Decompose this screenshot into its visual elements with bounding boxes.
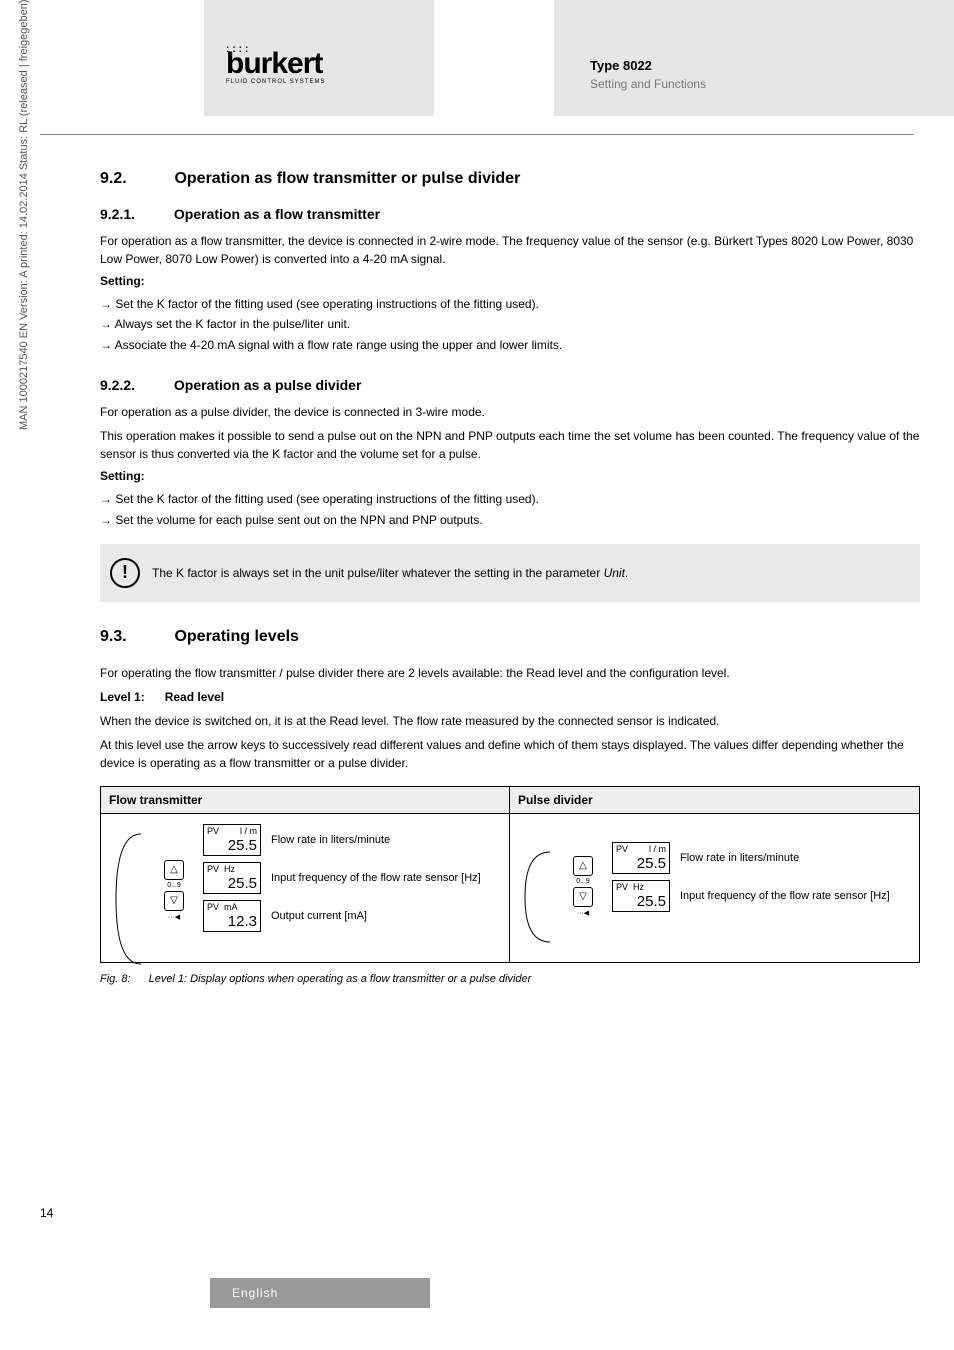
table-header-row: Flow transmitter Pulse divider	[101, 787, 919, 814]
col-header-flow-transmitter: Flow transmitter	[101, 787, 510, 813]
side-print-info: MAN 1000217540 EN Version: A printed: 14…	[18, 0, 30, 430]
display-description: Flow rate in liters/minute	[271, 833, 390, 847]
brand-tagline: FLUID CONTROL SYSTEMS	[226, 79, 325, 85]
header-right-block: Type 8022 Setting and Functions	[554, 0, 954, 116]
display-row: l / m PV 25.5 Flow rate in liters/minute	[612, 842, 890, 874]
note-text: The K factor is always set in the unit p…	[152, 566, 628, 580]
down-key-icon: ▽	[573, 887, 593, 907]
note-box: ! The K factor is always set in the unit…	[100, 544, 920, 602]
section-number: 9.2.	[100, 170, 170, 188]
down-key-sub: ···◀	[577, 909, 589, 917]
lcd-display: l / m PV 25.5	[203, 824, 261, 856]
display-description: Flow rate in liters/minute	[680, 851, 799, 865]
display-stack: l / m PV 25.5 Flow rate in liters/minute…	[612, 842, 890, 912]
paragraph: For operating the flow transmitter / pul…	[100, 664, 920, 682]
header-rule	[40, 134, 914, 135]
type-label: Type 8022	[590, 58, 954, 73]
paragraph: For operation as a pulse divider, the de…	[100, 403, 920, 421]
top-bar: Type 8022 Setting and Functions :::: bur…	[0, 0, 954, 116]
setting-label: Setting:	[100, 469, 920, 483]
brand-logo: :::: burkert FLUID CONTROL SYSTEMS	[226, 44, 325, 85]
arrow-keys: △ 0...9 ▽ ···◀	[566, 842, 600, 917]
up-key-icon: △	[164, 860, 184, 880]
page-number: 14	[40, 1206, 53, 1220]
lcd-display: PV Hz 25.5	[203, 862, 261, 894]
table-body-row: △ 0...9 ▽ ···◀ l / m PV 25.5	[101, 814, 919, 962]
brand-name: burkert	[226, 47, 322, 80]
display-row: PV Hz 25.5 Input frequency of the flow r…	[203, 862, 481, 894]
level-line: Level 1: Read level	[100, 688, 920, 706]
warning-icon: !	[110, 558, 140, 588]
section-number: 9.3.	[100, 628, 170, 646]
lcd-display: PV Hz 25.5	[612, 880, 670, 912]
content-area: 9.2. Operation as flow transmitter or pu…	[100, 160, 920, 985]
subsection-number: 9.2.2.	[100, 377, 170, 393]
bullet-item: Set the volume for each pulse sent out o…	[100, 510, 920, 530]
subsection-number: 9.2.1.	[100, 206, 170, 222]
paragraph: When the device is switched on, it is at…	[100, 712, 920, 730]
subsection-title: Operation as a pulse divider	[174, 377, 362, 393]
section-9-2-2-heading: 9.2.2. Operation as a pulse divider	[100, 377, 920, 393]
paragraph: For operation as a flow transmitter, the…	[100, 232, 920, 268]
page: Type 8022 Setting and Functions :::: bur…	[0, 0, 954, 1350]
up-key-icon: △	[573, 856, 593, 876]
section-9-3-heading: 9.3. Operating levels	[100, 628, 920, 646]
col-header-pulse-divider: Pulse divider	[510, 787, 919, 813]
header-subtitle: Setting and Functions	[590, 77, 954, 91]
display-row: PV mA 12.3 Output current [mA]	[203, 900, 481, 932]
lcd-display: PV mA 12.3	[203, 900, 261, 932]
figure-caption: Fig. 8:Level 1: Display options when ope…	[100, 973, 920, 985]
bullet-item: Always set the K factor in the pulse/lit…	[100, 314, 920, 334]
section-9-2-heading: 9.2. Operation as flow transmitter or pu…	[100, 170, 920, 188]
display-row: PV Hz 25.5 Input frequency of the flow r…	[612, 880, 890, 912]
display-row: l / m PV 25.5 Flow rate in liters/minute	[203, 824, 481, 856]
arrow-keys: △ 0...9 ▽ ···◀	[157, 824, 191, 921]
display-description: Output current [mA]	[271, 909, 367, 923]
flow-transmitter-cell: △ 0...9 ▽ ···◀ l / m PV 25.5	[101, 814, 510, 962]
display-description: Input frequency of the flow rate sensor …	[680, 889, 890, 903]
down-key-sub: ···◀	[168, 913, 180, 921]
connector-curve	[520, 842, 554, 952]
section-9-2-1-heading: 9.2.1. Operation as a flow transmitter	[100, 206, 920, 222]
up-key-sub: 0...9	[576, 878, 590, 885]
up-key-sub: 0...9	[167, 882, 181, 889]
paragraph: At this level use the arrow keys to succ…	[100, 736, 920, 772]
footer-language-tab: English	[210, 1278, 430, 1308]
connector-curve	[111, 824, 145, 932]
pulse-divider-cell: △ 0...9 ▽ ···◀ l / m PV 25.5	[510, 814, 919, 962]
paragraph: This operation makes it possible to send…	[100, 427, 920, 463]
section-title: Operating levels	[174, 628, 299, 645]
section-title: Operation as flow transmitter or pulse d…	[174, 170, 520, 187]
display-description: Input frequency of the flow rate sensor …	[271, 871, 481, 885]
bullet-item: Associate the 4-20 mA signal with a flow…	[100, 335, 920, 355]
bullet-item: Set the K factor of the fitting used (se…	[100, 294, 920, 314]
setting-label: Setting:	[100, 274, 920, 288]
down-key-icon: ▽	[164, 891, 184, 911]
subsection-title: Operation as a flow transmitter	[174, 206, 380, 222]
lcd-display: l / m PV 25.5	[612, 842, 670, 874]
display-stack: l / m PV 25.5 Flow rate in liters/minute…	[203, 824, 481, 932]
display-options-table: Flow transmitter Pulse divider △ 0.	[100, 786, 920, 963]
bullet-item: Set the K factor of the fitting used (se…	[100, 489, 920, 509]
